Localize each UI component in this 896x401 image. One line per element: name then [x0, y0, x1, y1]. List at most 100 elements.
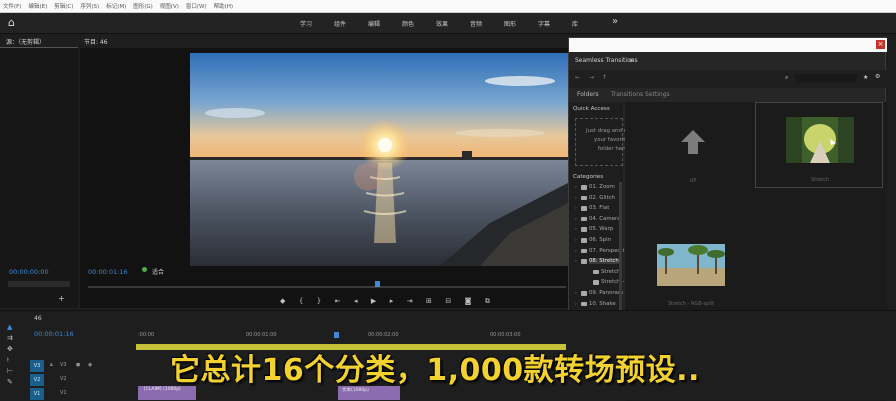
workspace-tab[interactable]: 音频	[470, 19, 482, 28]
menu-item[interactable]: 编辑(E)	[28, 2, 47, 10]
workspace-tab[interactable]: 学习	[300, 19, 312, 28]
compare-icon[interactable]: ⧉	[485, 297, 490, 306]
lift-icon[interactable]: ⊞	[426, 297, 432, 305]
forward-icon[interactable]: →	[589, 74, 594, 81]
tile-up[interactable]	[675, 128, 711, 168]
workspace-tab[interactable]: 字幕	[538, 19, 550, 28]
tab-folders[interactable]: Folders	[577, 91, 599, 98]
menu-item[interactable]: 视图(V)	[160, 2, 179, 10]
category-item[interactable]: 06. Spin	[589, 237, 611, 243]
expand-caret-icon[interactable]: ›	[575, 291, 577, 296]
timeline-timecode[interactable]: 00:00:01:16	[34, 330, 74, 338]
eye-icon[interactable]: ◉	[88, 362, 92, 368]
menu-item[interactable]: 序列(S)	[80, 2, 99, 10]
source-timecode[interactable]: 00:00:00:00	[9, 268, 49, 276]
menu-item[interactable]: 剪辑(C)	[54, 2, 73, 10]
mark-in-icon[interactable]: {	[299, 297, 303, 305]
category-item[interactable]: 02. Glitch	[589, 195, 615, 201]
program-timecode[interactable]: 00:00:01:16	[88, 268, 128, 276]
search-icon[interactable]: ⌕	[785, 74, 788, 82]
lock-icon[interactable]: 🔒︎	[50, 362, 53, 368]
add-icon[interactable]: +	[58, 294, 65, 303]
track-target-v2[interactable]: V2	[30, 374, 44, 386]
step-forward-icon[interactable]: ▸	[390, 297, 394, 305]
expand-caret-icon[interactable]: ›	[575, 196, 577, 201]
menu-item[interactable]: 帮助(H)	[214, 2, 233, 10]
quick-access-dropzone[interactable]: Just drag and d your favorit folder here	[575, 118, 628, 166]
expand-caret-icon[interactable]: ›	[575, 238, 577, 243]
settings-icon[interactable]: ⚙	[875, 73, 880, 80]
workspace-tab[interactable]: 效果	[436, 19, 448, 28]
category-item[interactable]: 03. Flat	[589, 205, 609, 211]
slip-tool-icon[interactable]: ⊢	[7, 367, 22, 375]
workspace-tab[interactable]: 库	[572, 19, 578, 28]
export-frame-icon[interactable]: ◙	[465, 297, 472, 305]
ripple-edit-icon[interactable]: ✥	[7, 345, 22, 353]
selection-tool-icon[interactable]: ▲	[7, 323, 22, 331]
step-back-icon[interactable]: ◂	[354, 297, 358, 305]
expand-caret-icon[interactable]: ›	[575, 185, 577, 190]
go-to-in-icon[interactable]: ⇤	[335, 297, 341, 305]
menu-item[interactable]: 文件(F)	[3, 2, 21, 10]
extract-icon[interactable]: ⊟	[445, 297, 451, 305]
category-item[interactable]: Stretch	[601, 269, 620, 275]
search-input[interactable]	[795, 74, 857, 83]
go-to-out-icon[interactable]: ⇥	[407, 297, 413, 305]
category-item[interactable]: 09. Panoram	[589, 290, 623, 296]
workspace-tab[interactable]: 图形	[504, 19, 516, 28]
pen-tool-icon[interactable]: ✎	[7, 378, 22, 386]
panel-menu-icon[interactable]: ≡	[629, 57, 634, 64]
categories-header[interactable]: Categories	[573, 174, 603, 180]
play-icon[interactable]: ▶	[371, 297, 376, 305]
tile-stretch[interactable]: Stretch	[755, 102, 883, 188]
up-arrow-icon	[681, 130, 705, 154]
tile-stretch-rgb-split[interactable]	[657, 244, 725, 286]
tile-label: Stretch - RGB-split	[667, 301, 715, 307]
expand-caret-icon[interactable]: ›	[575, 259, 577, 264]
quick-access-header[interactable]: Quick Access	[573, 106, 610, 112]
source-scrubber[interactable]	[8, 281, 70, 287]
ruler-tick: 00:00:02:00	[368, 332, 399, 338]
workspace-tab[interactable]: 组件	[334, 19, 346, 28]
tab-transitions-settings[interactable]: Transitions Settings	[611, 91, 670, 98]
close-icon[interactable]: ×	[876, 40, 885, 49]
back-icon[interactable]: ←	[575, 74, 580, 81]
source-tab[interactable]: 源：（无剪辑）	[0, 34, 78, 48]
track-name: V2	[60, 376, 67, 382]
menu-item[interactable]: 图形(G)	[133, 2, 153, 10]
expand-caret-icon[interactable]: ›	[575, 217, 577, 222]
folder-icon	[581, 185, 587, 190]
program-tab[interactable]: 节目: 46	[80, 34, 200, 48]
razor-icon[interactable]: ⟊	[7, 356, 22, 364]
up-icon[interactable]: ↑	[602, 74, 607, 81]
sync-icon[interactable]: ◼	[76, 362, 80, 368]
mark-out-icon[interactable]: }	[317, 297, 321, 305]
program-scrubber[interactable]	[88, 286, 566, 288]
expand-caret-icon[interactable]: ›	[575, 206, 577, 211]
workspace-tab[interactable]: 编辑	[368, 19, 380, 28]
more-workspaces-icon[interactable]: »	[612, 16, 618, 27]
workspace-tab[interactable]: 颜色	[402, 19, 414, 28]
category-item[interactable]: 05. Warp	[589, 226, 613, 232]
marker-icon[interactable]: ◆	[280, 297, 285, 305]
expand-caret-icon[interactable]: ›	[575, 249, 577, 254]
menu-item[interactable]: 标记(M)	[106, 2, 126, 10]
timeline-ruler[interactable]: :00:00 00:00:01:00 00:00:02:00 00:00:03:…	[136, 330, 566, 342]
category-item[interactable]: 01. Zoom	[589, 184, 615, 190]
timeline-tab[interactable]: 46	[34, 315, 42, 322]
track-target-v3[interactable]: V3	[30, 360, 44, 372]
fit-select[interactable]: 适合	[152, 267, 164, 276]
expand-caret-icon[interactable]: ›	[575, 227, 577, 232]
folder-icon	[581, 227, 587, 232]
track-select-icon[interactable]: ⇉	[7, 334, 22, 342]
category-item[interactable]: 10. Shake	[589, 301, 616, 307]
menu-item[interactable]: 窗口(W)	[186, 2, 207, 10]
favorite-icon[interactable]: ★	[863, 74, 868, 81]
timeline-playhead-icon[interactable]	[334, 332, 339, 338]
category-item[interactable]: 04. Camera	[589, 216, 620, 222]
category-item[interactable]: 08. Stretch	[589, 258, 619, 265]
playhead-icon[interactable]	[375, 281, 380, 287]
track-target-v1[interactable]: V1	[30, 388, 44, 400]
home-icon[interactable]: ⌂	[8, 17, 20, 29]
expand-caret-icon[interactable]: ›	[575, 302, 577, 307]
